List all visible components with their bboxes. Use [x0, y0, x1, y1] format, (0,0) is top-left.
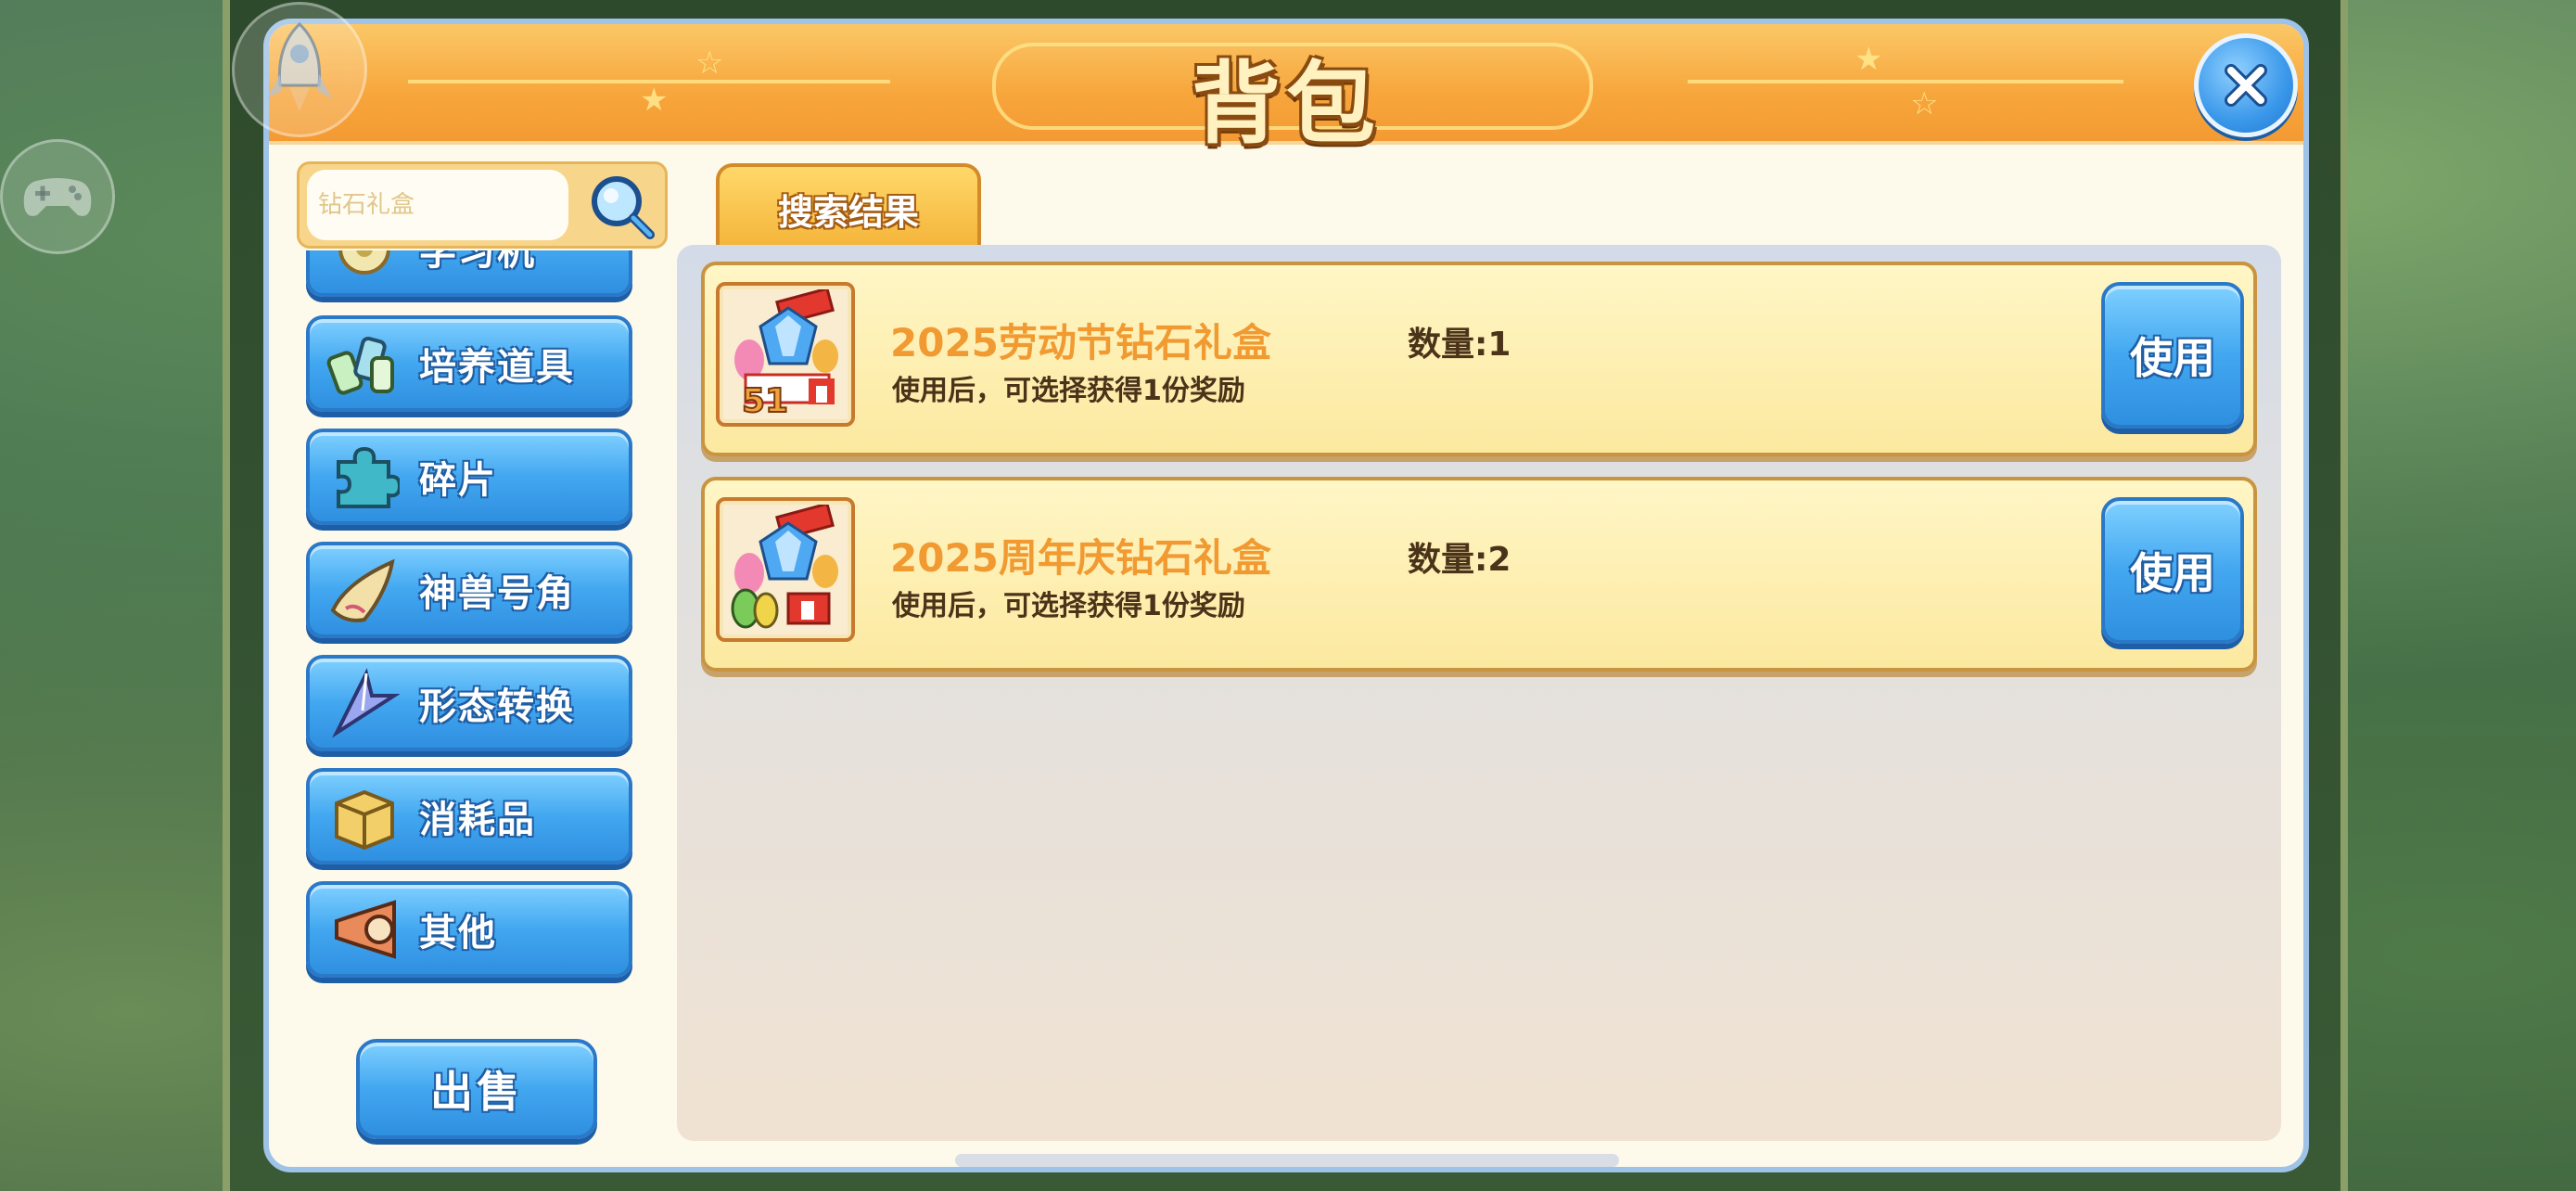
horn-icon	[323, 548, 406, 632]
gamepad-button[interactable]	[0, 139, 115, 254]
use-button[interactable]: 使用	[2101, 497, 2244, 644]
labor-day-gift-box-icon: 51	[716, 282, 855, 427]
modal-header: ★ ☆ ★ ☆ 背包	[269, 24, 2303, 156]
rocket-icon	[267, 21, 332, 111]
magnifier-icon	[592, 176, 655, 239]
category-consumables[interactable]: 消耗品	[306, 768, 632, 864]
potion-bottles-icon	[323, 322, 406, 405]
list-item: 51 2025劳动节钻石礼盒 使用后，可选择获得1份奖励 数量:1 使用	[701, 262, 2257, 456]
gamepad-icon	[23, 178, 92, 216]
category-others[interactable]: 其他	[306, 881, 632, 978]
study-machine-icon	[323, 250, 406, 290]
backpack-modal: ★ ☆ ★ ☆ 背包 学习机	[263, 19, 2309, 1172]
rocket-button[interactable]	[232, 2, 367, 137]
item-description: 使用后，可选择获得1份奖励	[892, 375, 1245, 407]
loudspeaker-icon	[323, 888, 406, 971]
item-quantity: 数量:1	[1408, 326, 1511, 364]
item-name: 2025周年庆钻石礼盒	[890, 535, 1271, 581]
thumb-badge-text: 51	[742, 382, 788, 419]
tab-search-results[interactable]: 搜索结果	[716, 163, 981, 250]
arrow-blade-icon	[323, 661, 406, 745]
item-description: 使用后，可选择获得1份奖励	[892, 590, 1245, 622]
horizontal-scrollbar[interactable]	[955, 1154, 1619, 1167]
sell-button[interactable]: 出售	[356, 1039, 597, 1139]
anniversary-gift-box-icon	[716, 497, 855, 642]
category-fragments[interactable]: 碎片	[306, 429, 632, 525]
category-form-change[interactable]: 形态转换	[306, 655, 632, 751]
page-title: 背包	[1192, 52, 1381, 156]
search-input[interactable]	[307, 170, 568, 240]
search-button[interactable]	[583, 168, 659, 244]
close-icon	[2225, 64, 2267, 107]
category-list[interactable]: 学习机 培养道具 碎片 神兽号角 形态转换 消耗品 其他	[306, 250, 636, 1020]
item-name: 2025劳动节钻石礼盒	[890, 320, 1271, 365]
box-icon	[323, 775, 406, 858]
category-study-machine[interactable]: 学习机	[306, 250, 632, 297]
use-button[interactable]: 使用	[2101, 282, 2244, 429]
puzzle-piece-icon	[323, 435, 406, 519]
close-button[interactable]	[2194, 33, 2298, 137]
item-quantity: 数量:2	[1408, 541, 1511, 579]
item-list-panel: 51 2025劳动节钻石礼盒 使用后，可选择获得1份奖励 数量:1 使用 202…	[677, 245, 2281, 1141]
list-item: 2025周年庆钻石礼盒 使用后，可选择获得1份奖励 数量:2 使用	[701, 477, 2257, 672]
search-bar	[297, 161, 668, 249]
category-training-items[interactable]: 培养道具	[306, 315, 632, 412]
category-beast-horn[interactable]: 神兽号角	[306, 542, 632, 638]
